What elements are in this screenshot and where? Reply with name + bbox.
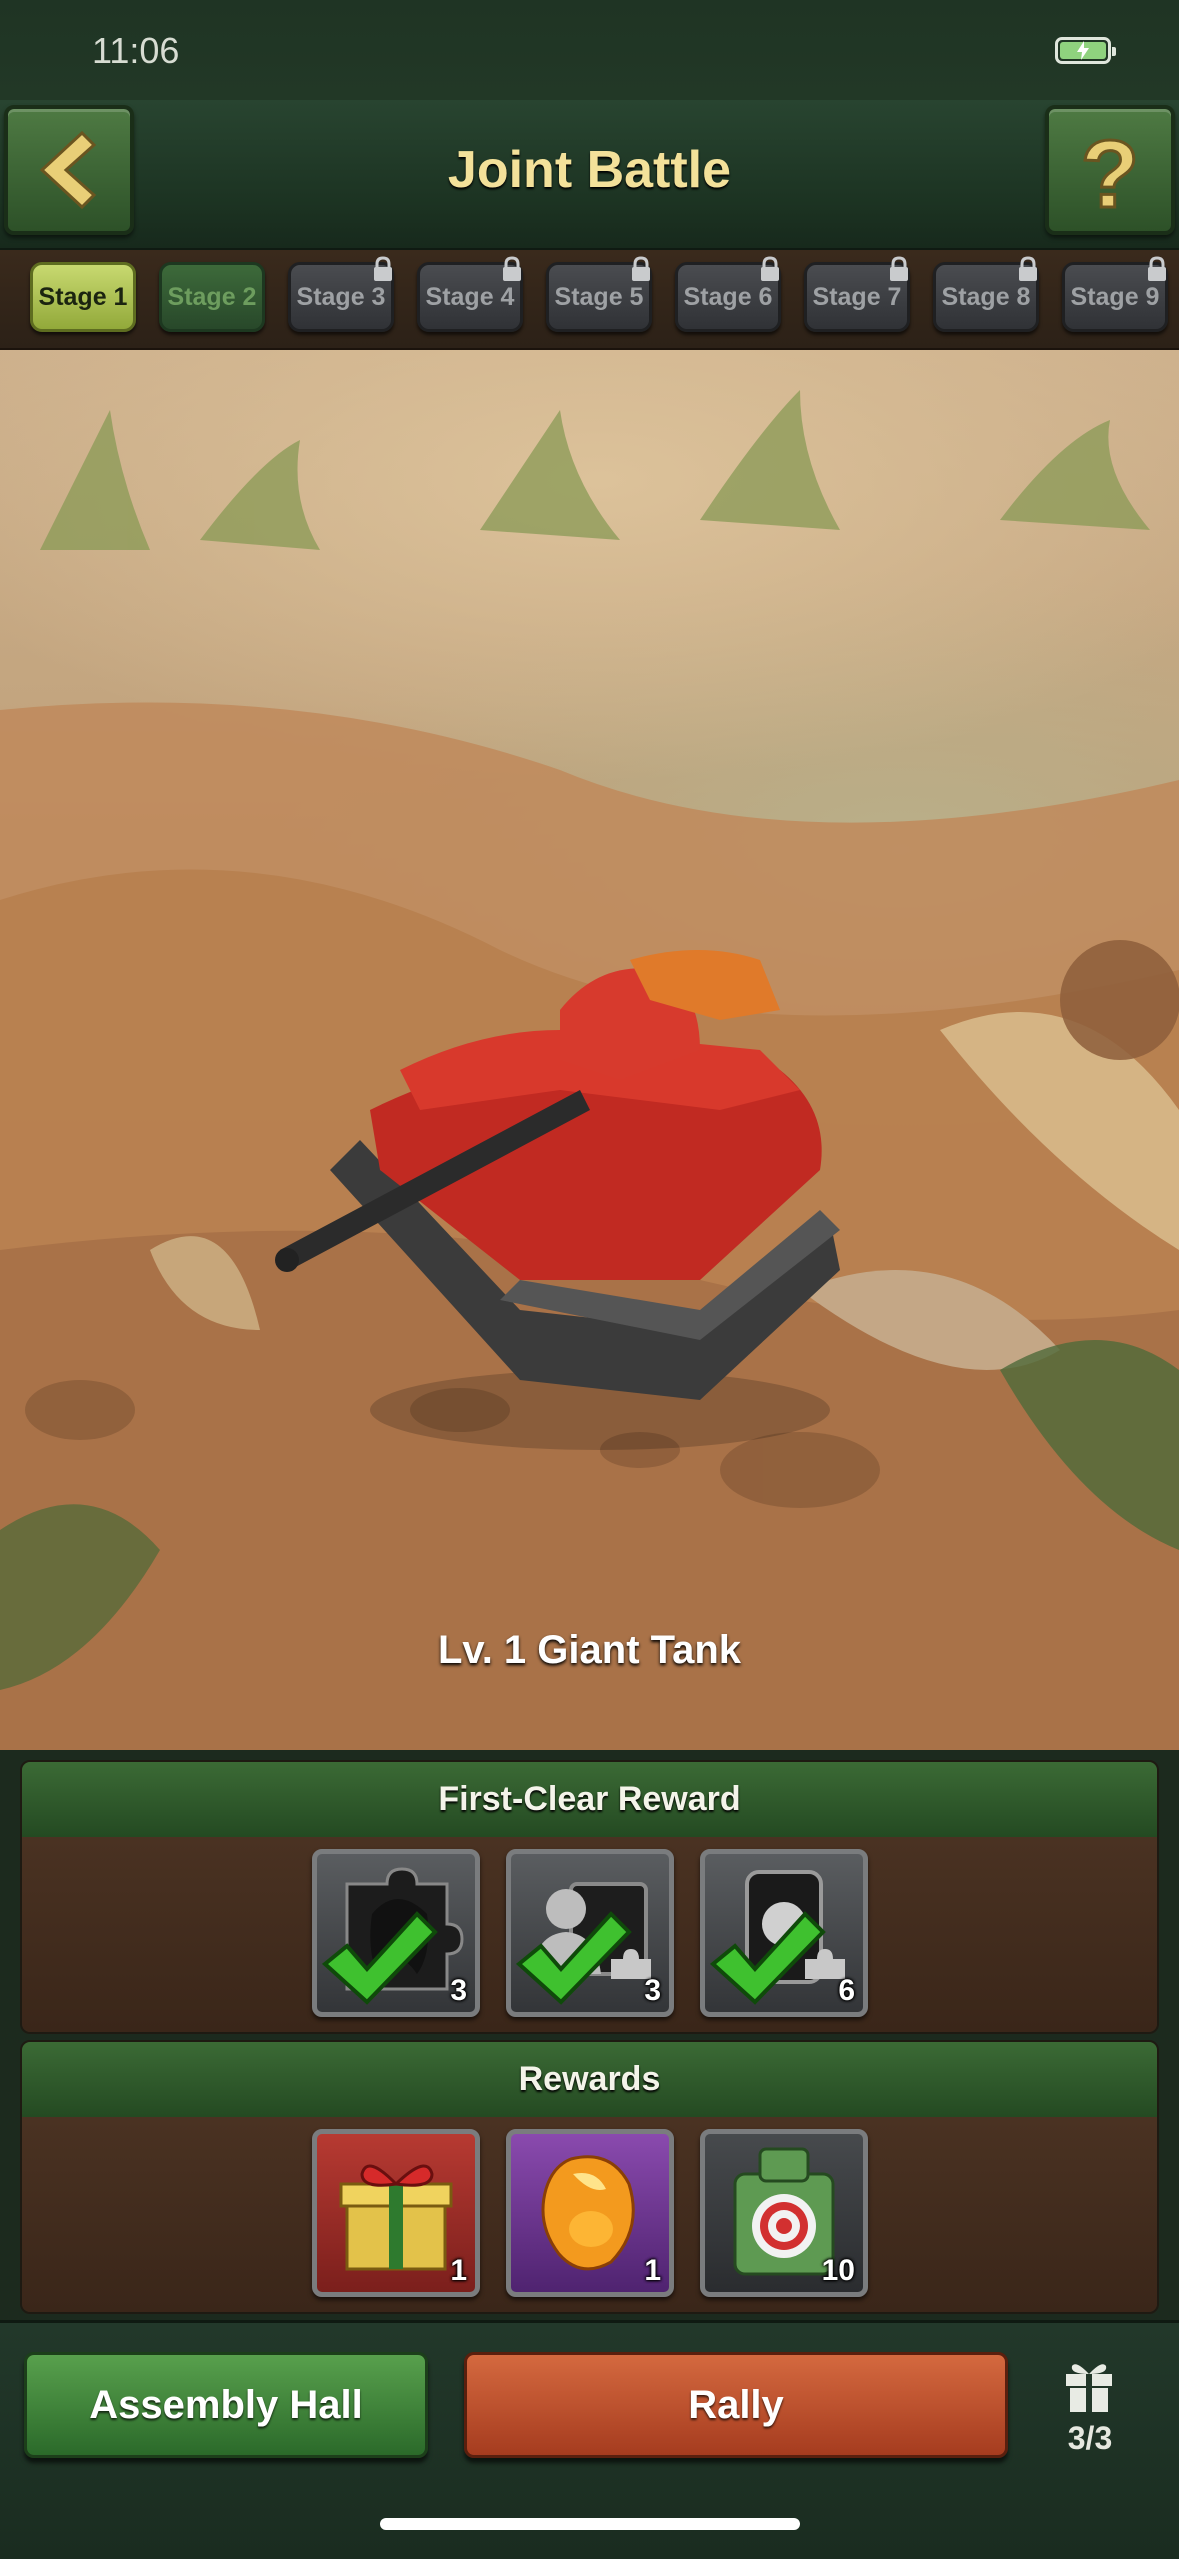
first-clear-reward-panel: First-Clear Reward 3 3 6: [20, 1760, 1159, 2034]
help-button[interactable]: ?: [1045, 105, 1175, 235]
reward-count: 6: [838, 1974, 855, 2007]
lock-icon: [632, 256, 650, 281]
question-mark-icon: ?: [1079, 120, 1141, 230]
first-clear-reward-title: First-Clear Reward: [22, 1762, 1157, 1837]
reward-count: 3: [644, 1974, 661, 2007]
rally-button[interactable]: Rally: [464, 2352, 1008, 2458]
assembly-hall-button[interactable]: Assembly Hall: [24, 2352, 428, 2458]
lock-icon: [761, 256, 779, 281]
tab-stage-1[interactable]: Stage 1: [30, 262, 136, 332]
battle-scene: [0, 350, 1179, 1750]
battery-charging-icon: [1055, 37, 1116, 64]
reward-item[interactable]: 3: [506, 1849, 674, 2017]
unit-label: Lv. 1 Giant Tank: [437, 1628, 742, 1672]
lock-icon: [1148, 256, 1166, 281]
rewards-title: Rewards: [22, 2042, 1157, 2117]
lock-icon: [503, 256, 521, 281]
lock-icon: [1019, 256, 1037, 281]
lock-icon: [374, 256, 392, 281]
reward-count: 1: [450, 2254, 467, 2287]
rewards-panel: Rewards 1 1 10: [20, 2040, 1159, 2314]
home-indicator[interactable]: [380, 2518, 800, 2530]
reward-item[interactable]: 1: [312, 2129, 480, 2297]
gift-count: 3/3: [1067, 2420, 1113, 2456]
reward-count: 10: [821, 2254, 855, 2287]
reward-item[interactable]: 10: [700, 2129, 868, 2297]
reward-item[interactable]: 6: [700, 1849, 868, 2017]
svg-text:?: ?: [1081, 121, 1140, 228]
status-time: 11:06: [92, 30, 180, 71]
reward-item[interactable]: 3: [312, 1849, 480, 2017]
reward-item[interactable]: 1: [506, 2129, 674, 2297]
gift-icon[interactable]: [1062, 2358, 1116, 2414]
lock-icon: [890, 256, 908, 281]
reward-count: 3: [450, 1974, 467, 2007]
reward-count: 1: [644, 2254, 661, 2287]
page-title: Joint Battle: [447, 141, 732, 199]
tab-stage-2[interactable]: Stage 2: [159, 262, 265, 332]
